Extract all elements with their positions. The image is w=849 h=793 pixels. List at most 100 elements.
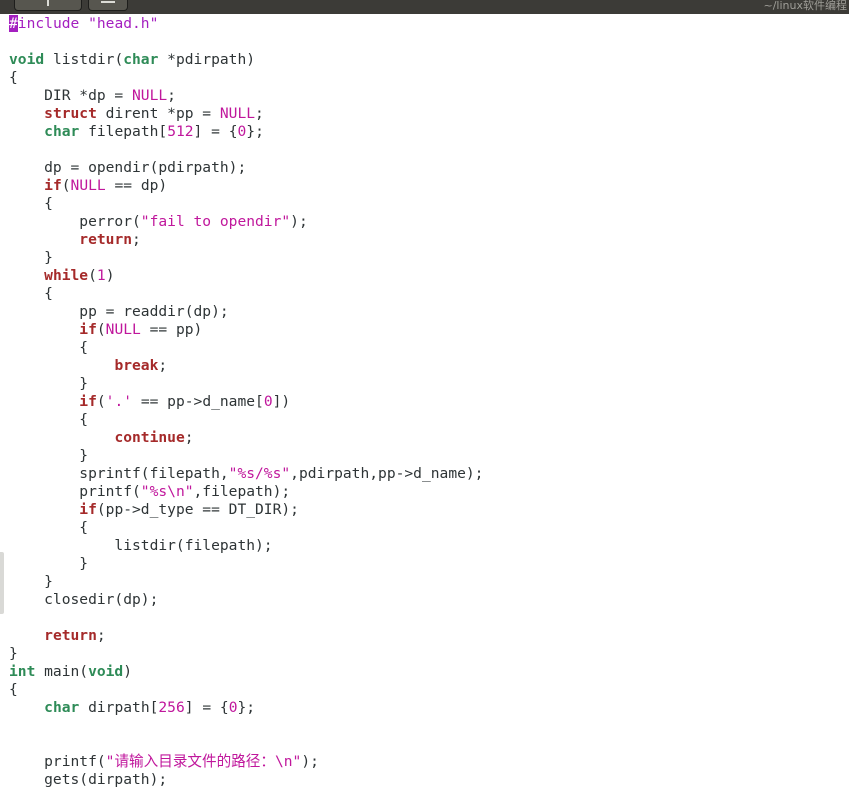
code-token: ) [123, 663, 133, 680]
code-line[interactable] [9, 735, 845, 753]
code-token: "%s\n" [140, 483, 194, 500]
code-line[interactable]: { [9, 681, 845, 699]
code-line[interactable]: dp = opendir(pdirpath); [9, 159, 845, 177]
code-token: printf( [9, 753, 106, 770]
code-token: ); [290, 213, 308, 230]
code-token: { [9, 681, 18, 698]
code-line[interactable]: listdir(filepath); [9, 537, 845, 555]
menu-button[interactable] [88, 0, 128, 11]
code-line[interactable] [9, 609, 845, 627]
code-token: 1 [96, 267, 106, 284]
code-line[interactable]: } [9, 645, 845, 663]
code-line[interactable]: sprintf(filepath,"%s/%s",pdirpath,pp->d_… [9, 465, 845, 483]
cursor: # [9, 15, 18, 32]
code-token: printf( [9, 483, 141, 500]
code-token: ( [61, 177, 71, 194]
code-line[interactable]: while(1) [9, 267, 845, 285]
code-line[interactable]: DIR *dp = NULL; [9, 87, 845, 105]
code-token: NULL [219, 105, 256, 122]
code-token: DIR *dp = [9, 87, 133, 104]
code-token: ( [88, 267, 97, 284]
code-token: closedir(dp); [9, 591, 159, 608]
code-line[interactable]: continue; [9, 429, 845, 447]
code-line[interactable]: closedir(dp); [9, 591, 845, 609]
code-token: 512 [167, 123, 194, 140]
code-line[interactable]: } [9, 447, 845, 465]
code-line[interactable]: printf("请输入目录文件的路径：\n"); [9, 753, 845, 771]
code-line[interactable]: } [9, 249, 845, 267]
code-line[interactable]: pp = readdir(dp); [9, 303, 845, 321]
code-line[interactable]: char dirpath[256] = {0}; [9, 699, 845, 717]
code-line[interactable]: } [9, 375, 845, 393]
code-token: } [9, 447, 89, 464]
code-line[interactable] [9, 717, 845, 735]
code-line[interactable]: char filepath[512] = {0}; [9, 123, 845, 141]
code-token: ]) [272, 393, 291, 410]
code-line[interactable]: } [9, 573, 845, 591]
code-token: dp = opendir(pdirpath); [9, 159, 247, 176]
code-token: ; [132, 231, 141, 248]
code-line[interactable]: { [9, 519, 845, 537]
new-tab-button[interactable] [14, 0, 82, 11]
code-token: *pdirpath) [158, 51, 256, 68]
code-token: pp = readdir(dp); [9, 303, 229, 320]
code-token: gets(dirpath); [9, 771, 168, 788]
code-token: ] = { [184, 699, 229, 716]
code-line[interactable]: { [9, 69, 845, 87]
code-line[interactable]: { [9, 195, 845, 213]
code-line[interactable]: gets(dirpath); [9, 771, 845, 789]
code-token: "%s/%s" [228, 465, 291, 482]
code-token: ; [96, 627, 106, 644]
code-token: int [9, 663, 36, 680]
side-scroll-handle[interactable] [0, 552, 4, 614]
code-line[interactable]: if(NULL == pp) [9, 321, 845, 339]
code-token: continue [114, 429, 185, 446]
code-token: ); [301, 753, 319, 770]
code-line[interactable]: return; [9, 231, 845, 249]
code-token: { [9, 285, 53, 302]
plus-icon [47, 0, 49, 6]
window-title: ~/linux软件编程 [763, 0, 848, 12]
code-token: char [44, 699, 80, 716]
code-token: listdir( [44, 51, 124, 68]
code-token: ; [255, 105, 264, 122]
code-token: return [44, 627, 97, 644]
code-line[interactable]: { [9, 411, 845, 429]
code-token: if [44, 177, 62, 194]
code-line[interactable]: if(pp->d_type == DT_DIR); [9, 501, 845, 519]
code-token: ] = { [193, 123, 238, 140]
code-line[interactable]: #include "head.h" [9, 15, 845, 33]
code-token: if [79, 321, 97, 338]
window-titlebar: ~/linux软件编程 [0, 0, 849, 14]
code-token: "fail to opendir" [140, 213, 291, 230]
code-line[interactable]: { [9, 339, 845, 357]
code-token: ( [96, 321, 106, 338]
code-line[interactable] [9, 33, 845, 51]
code-line[interactable]: struct dirent *pp = NULL; [9, 105, 845, 123]
code-line[interactable]: void listdir(char *pdirpath) [9, 51, 845, 69]
code-token: struct [44, 105, 97, 122]
code-line[interactable]: perror("fail to opendir"); [9, 213, 845, 231]
code-token: } [9, 645, 18, 662]
code-line[interactable]: return; [9, 627, 845, 645]
code-line[interactable]: if(NULL == dp) [9, 177, 845, 195]
code-line[interactable] [9, 141, 845, 159]
code-token: } [9, 375, 89, 392]
code-editor[interactable]: #include "head.h" void listdir(char *pdi… [9, 15, 845, 793]
code-line[interactable]: { [9, 285, 845, 303]
code-line[interactable]: break; [9, 357, 845, 375]
code-line[interactable]: int main(void) [9, 663, 845, 681]
code-token: char [44, 123, 80, 140]
code-line[interactable]: if('.' == pp->d_name[0]) [9, 393, 845, 411]
code-token: { [9, 69, 18, 86]
code-token: }; [246, 123, 264, 140]
code-line[interactable]: printf("%s\n",filepath); [9, 483, 845, 501]
code-line[interactable]: } [9, 555, 845, 573]
code-token: void [88, 663, 124, 680]
